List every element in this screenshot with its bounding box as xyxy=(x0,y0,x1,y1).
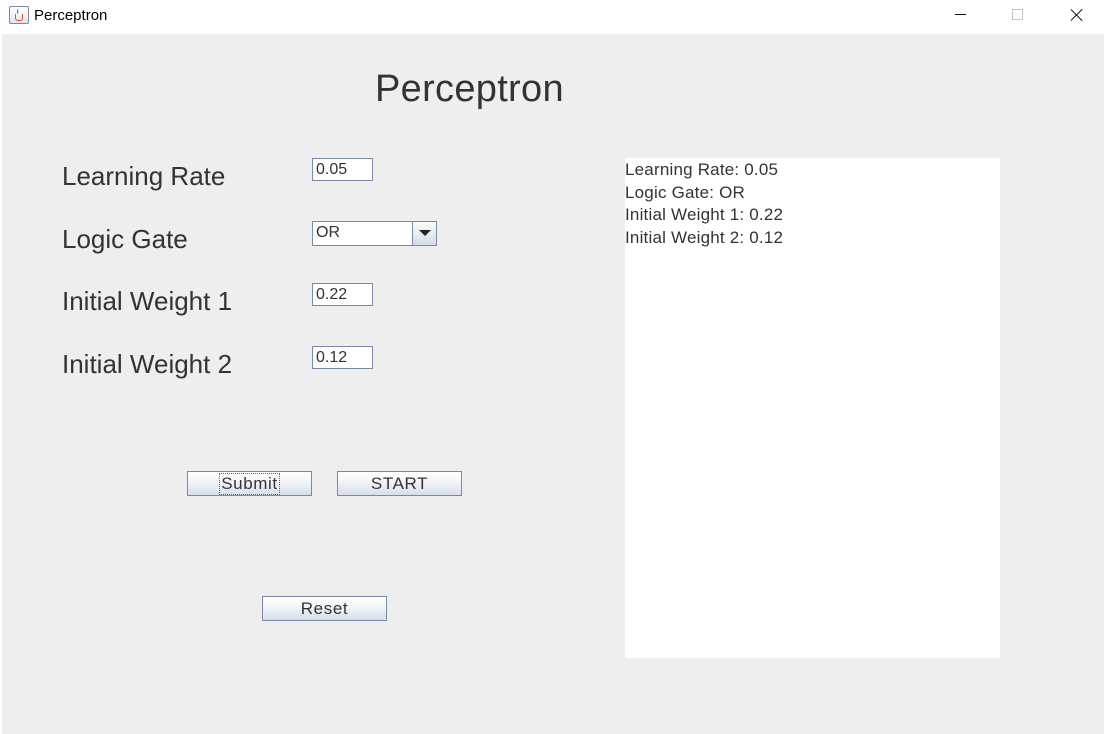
initial-weight-2-label: Initial Weight 2 xyxy=(62,349,233,379)
initial-weight-1-label: Initial Weight 1 xyxy=(62,286,233,316)
dropdown-arrow-button[interactable] xyxy=(412,222,436,245)
output-line-logic-gate: Logic Gate: OR xyxy=(625,182,745,202)
application-window: Perceptron Perceptron Learning Rate Logi… xyxy=(0,0,1104,734)
minimize-icon xyxy=(955,14,966,15)
maximize-button[interactable] xyxy=(990,0,1048,32)
logic-gate-dropdown[interactable]: OR xyxy=(312,221,437,246)
title-bar[interactable]: Perceptron xyxy=(0,0,1104,32)
learning-rate-label: Learning Rate xyxy=(62,161,226,191)
output-text-area[interactable]: Learning Rate: 0.05 Logic Gate: OR Initi… xyxy=(625,158,1000,658)
submit-button-label: Submit xyxy=(219,472,280,495)
close-button[interactable] xyxy=(1048,0,1104,32)
reset-button[interactable]: Reset xyxy=(262,596,387,621)
learning-rate-input[interactable] xyxy=(312,158,373,181)
logic-gate-selected-value: OR xyxy=(316,224,340,241)
maximize-icon xyxy=(1012,9,1023,20)
page-title: Perceptron xyxy=(375,68,564,110)
logic-gate-label: Logic Gate xyxy=(62,224,188,254)
submit-button[interactable]: Submit xyxy=(187,471,312,496)
reset-button-label: Reset xyxy=(300,598,349,618)
minimize-button[interactable] xyxy=(932,0,990,32)
java-app-icon xyxy=(9,6,29,24)
chevron-down-icon xyxy=(419,230,431,236)
output-line-initial-weight-1: Initial Weight 1: 0.22 xyxy=(625,205,784,225)
initial-weight-2-input[interactable] xyxy=(312,346,373,369)
output-line-initial-weight-2: Initial Weight 2: 0.12 xyxy=(625,228,784,248)
window-title: Perceptron xyxy=(34,7,108,24)
output-line-learning-rate: Learning Rate: 0.05 xyxy=(625,160,779,179)
start-button[interactable]: START xyxy=(337,471,462,496)
content-panel: Perceptron Learning Rate Logic Gate OR I… xyxy=(2,34,1104,734)
start-button-label: START xyxy=(370,473,429,493)
close-icon xyxy=(1070,8,1084,22)
initial-weight-1-input[interactable] xyxy=(312,283,373,306)
